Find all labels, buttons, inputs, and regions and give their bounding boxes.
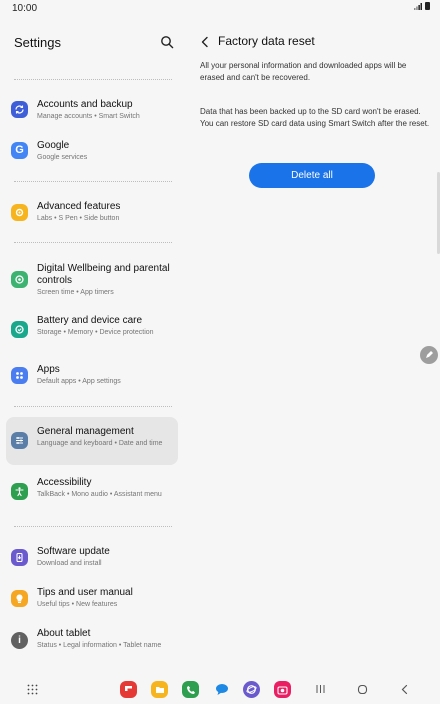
wellbeing-icon <box>11 271 28 288</box>
settings-item-title: Accessibility <box>37 477 92 488</box>
home-icon[interactable] <box>354 681 370 697</box>
settings-item-subtitle: Labs • S Pen • Side button <box>37 215 120 222</box>
settings-item-subtitle: Useful tips • New features <box>37 601 118 608</box>
back-icon[interactable] <box>396 681 412 697</box>
settings-item-subtitle: TalkBack • Mono audio • Assistant menu <box>37 491 162 498</box>
navigation-bar <box>0 674 440 704</box>
settings-header: Settings <box>14 34 174 56</box>
settings-item-title: General management <box>37 426 134 437</box>
divider <box>14 526 172 527</box>
messages-icon[interactable] <box>213 681 230 698</box>
settings-item-title: Battery and device care <box>37 315 143 326</box>
settings-item-title: Accounts and backup <box>37 99 133 110</box>
settings-item-title: About tablet <box>37 628 91 639</box>
edit-pencil-icon[interactable] <box>420 346 438 364</box>
settings-item-title: Apps <box>37 364 60 375</box>
accessibility-icon <box>11 483 28 500</box>
system-indicators <box>414 2 430 10</box>
settings-item-tips-manual[interactable]: Tips and user manual Useful tips • New f… <box>6 582 178 614</box>
settings-item-subtitle: Status • Legal information • Tablet name <box>37 642 162 649</box>
settings-item-title: Software update <box>37 546 110 557</box>
settings-item-subtitle: Download and install <box>37 560 102 567</box>
divider <box>14 79 172 80</box>
page-title: Settings <box>14 35 61 50</box>
gear-plus-icon <box>11 204 28 221</box>
settings-item-title: Digital Wellbeing and parental controls <box>37 263 170 286</box>
status-time: 10:00 <box>12 3 38 14</box>
settings-item-subtitle: Google services <box>37 154 88 161</box>
phone-icon[interactable] <box>182 681 199 698</box>
detail-title: Factory data reset <box>218 34 315 48</box>
settings-item-digital-wellbeing[interactable]: Digital Wellbeing and parental controls … <box>6 258 178 300</box>
sync-icon <box>11 101 28 118</box>
settings-item-title: Tips and user manual <box>37 587 133 598</box>
tips-icon <box>11 590 28 607</box>
settings-item-google[interactable]: G Google Google services <box>6 135 178 167</box>
google-icon: G <box>11 142 28 159</box>
camera-icon[interactable] <box>274 681 291 698</box>
recents-icon[interactable] <box>312 681 328 697</box>
delete-all-button[interactable]: Delete all <box>249 163 375 188</box>
settings-item-subtitle: Manage accounts • Smart Switch <box>37 113 140 120</box>
settings-item-general-management[interactable]: General management Language and keyboard… <box>6 417 178 465</box>
settings-item-battery-device-care[interactable]: Battery and device care Storage • Memory… <box>6 310 178 350</box>
settings-item-subtitle: Screen time • App timers <box>37 289 114 296</box>
internet-icon[interactable] <box>243 681 260 698</box>
settings-item-accounts-backup[interactable]: Accounts and backup Manage accounts • Sm… <box>6 94 178 126</box>
settings-item-accessibility[interactable]: Accessibility TalkBack • Mono audio • As… <box>6 475 178 515</box>
info-icon: i <box>11 632 28 649</box>
settings-item-title: Advanced features <box>37 201 121 212</box>
my-files-icon[interactable] <box>151 681 168 698</box>
software-update-icon <box>11 549 28 566</box>
divider <box>14 242 172 243</box>
settings-item-advanced-features[interactable]: Advanced features Labs • S Pen • Side bu… <box>6 196 178 228</box>
settings-item-apps[interactable]: Apps Default apps • App settings <box>6 359 178 391</box>
settings-item-about-tablet[interactable]: i About tablet Status • Legal informatio… <box>6 623 178 663</box>
settings-item-software-update[interactable]: Software update Download and install <box>6 541 178 573</box>
divider <box>14 181 172 182</box>
factory-reset-panel: Factory data reset All your personal inf… <box>186 18 440 674</box>
app-drawer-icon[interactable] <box>24 681 40 697</box>
search-icon[interactable] <box>160 35 174 49</box>
erase-warning-text: All your personal information and downlo… <box>200 61 407 82</box>
divider <box>14 406 172 407</box>
settings-item-title: Google <box>37 140 70 151</box>
settings-item-subtitle: Language and keyboard • Date and time <box>37 440 163 447</box>
battery-icon <box>425 2 430 10</box>
signal-icon <box>414 2 422 10</box>
settings-item-subtitle: Storage • Memory • Device protection <box>37 329 154 336</box>
sd-card-info-text: Data that has been backed up to the SD c… <box>200 107 430 128</box>
status-bar: 10:00 <box>0 0 440 18</box>
back-arrow-icon[interactable] <box>200 36 210 48</box>
sliders-icon <box>11 432 28 449</box>
settings-panel: Settings Accounts and backup Manage acco… <box>0 18 186 674</box>
settings-item-subtitle: Default apps • App settings <box>37 378 121 385</box>
device-care-icon <box>11 321 28 338</box>
flipboard-icon[interactable] <box>120 681 137 698</box>
apps-icon <box>11 367 28 384</box>
